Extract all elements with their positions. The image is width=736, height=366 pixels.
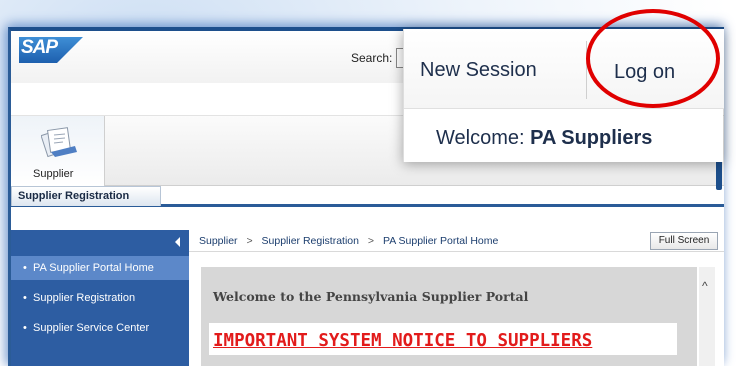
breadcrumb-bar: Supplier > Supplier Registration > PA Su… [189,230,724,252]
left-navigation: • PA Supplier Portal Home • Supplier Regis… [11,230,189,366]
sap-logo-text: SAP [21,37,58,58]
window-edge [716,160,722,190]
nav-item-supplier-registration[interactable]: • Supplier Registration [11,286,189,310]
nav-item-label: Supplier Registration [33,292,136,304]
nav-item-label: Supplier Service Center [33,322,150,334]
bullet-icon: • [23,262,27,274]
breadcrumb-item[interactable]: PA Supplier Portal Home [383,235,498,247]
welcome-prefix: Welcome: [436,127,525,149]
search-label: Search: [351,51,393,65]
full-screen-button[interactable]: Full Screen [650,232,718,250]
system-notice[interactable]: IMPORTANT SYSTEM NOTICE TO SUPPLIERS [209,323,677,355]
content-area: Welcome to the Pennsylvania Supplier Por… [189,252,724,366]
breadcrumb-separator: > [246,235,253,247]
breadcrumb-item[interactable]: Supplier Registration [262,235,359,247]
scroll-up-icon[interactable]: ^ [702,279,708,293]
welcome-user-text: Welcome: PA Suppliers [436,127,652,150]
nav-item-label: PA Supplier Portal Home [33,262,154,274]
collapse-arrow-icon[interactable] [175,237,180,247]
user-name: PA Suppliers [530,127,653,149]
breadcrumb: Supplier > Supplier Registration > PA Su… [199,235,498,247]
bullet-icon: • [23,292,27,304]
documents-icon [41,127,77,158]
breadcrumb-separator: > [367,235,375,247]
breadcrumb-item[interactable]: Supplier [199,235,238,247]
bullet-icon: • [23,322,27,334]
nav-item-supplier-service-center[interactable]: • Supplier Service Center [11,316,189,340]
new-session-link[interactable]: New Session [420,59,537,82]
tab-supplier[interactable]: Supplier [11,116,105,186]
scrollbar[interactable]: ^ [699,267,715,366]
welcome-heading: Welcome to the Pennsylvania Supplier Por… [213,289,529,304]
tab-supplier-registration[interactable]: Supplier Registration [11,186,161,206]
nav-item-pa-supplier-portal-home[interactable]: • PA Supplier Portal Home [11,256,189,280]
tab-supplier-label: Supplier [33,168,74,180]
highlight-circle [586,9,720,108]
